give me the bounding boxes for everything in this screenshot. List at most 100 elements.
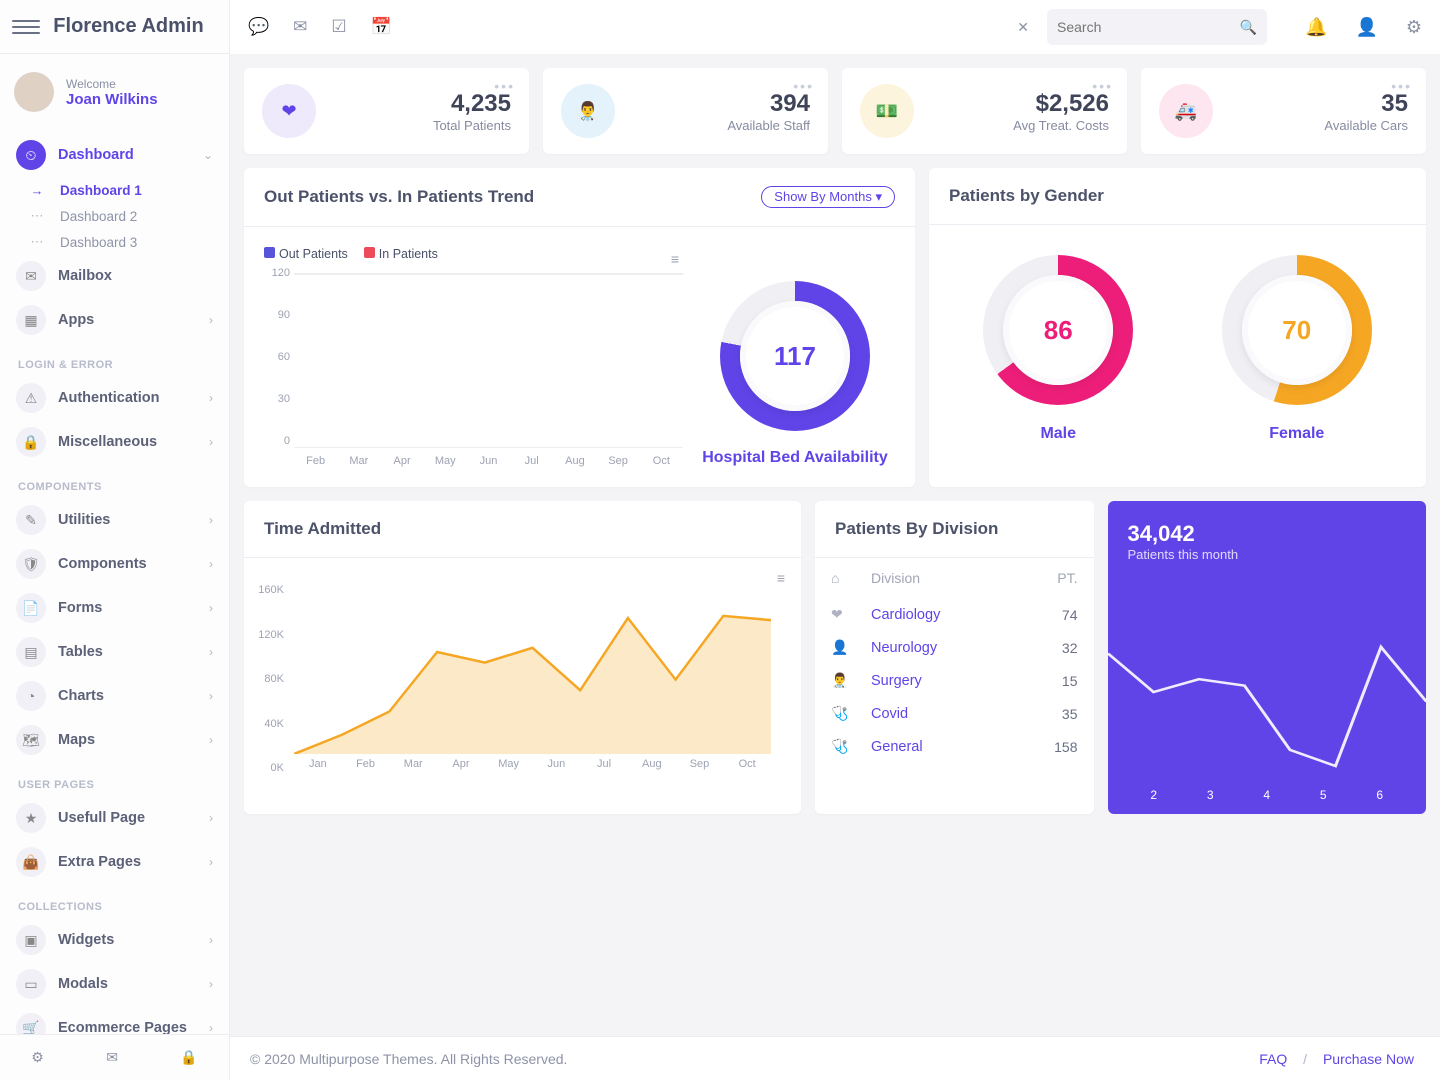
division-icon: ❤ (831, 606, 871, 623)
nav-extra-pages[interactable]: 👜Extra Pages› (8, 841, 221, 883)
nav-dashboard[interactable]: ⏲ Dashboard ⌄ (8, 134, 221, 176)
section-userpages: USER PAGES (8, 763, 221, 797)
table-row[interactable]: 🩺 Covid 35 (831, 697, 1078, 730)
nav-dashboard-3[interactable]: ⋯Dashboard 3 (8, 229, 221, 255)
chevron-down-icon: ⌄ (203, 148, 213, 162)
search-icon[interactable]: 🔍 (1240, 19, 1257, 36)
table-row[interactable]: ❤ Cardiology 74 (831, 598, 1078, 631)
calendar-icon[interactable]: 📅 (371, 17, 392, 37)
bed-gauge: 117 (720, 281, 870, 431)
chat-icon[interactable]: 💬 (248, 17, 269, 37)
division-rows[interactable]: ❤ Cardiology 74 👤 Neurology 32 👨‍⚕️ Surg… (831, 598, 1078, 768)
stat-total-patients: ••• ❤ 4,235Total Patients (244, 68, 529, 154)
doctor-icon: 👨‍⚕️ (561, 84, 615, 138)
gear-icon[interactable]: ⚙ (1406, 17, 1422, 38)
nav-utilities[interactable]: ✎Utilities› (8, 499, 221, 541)
trend-bar-chart: ≡ Out Patients In Patients 1209060300 Fe… (264, 247, 683, 467)
table-row[interactable]: 👨‍⚕️ Surgery 15 (831, 664, 1078, 697)
female-gauge: 70 (1222, 255, 1372, 405)
nav-charts[interactable]: ◔Charts› (8, 675, 221, 717)
month-value: 34,042 (1128, 521, 1407, 547)
search-field[interactable] (1057, 19, 1240, 35)
mail-icon: ✉ (16, 261, 46, 291)
lock-icon[interactable]: 🔒 (180, 1049, 197, 1066)
search-input[interactable]: 🔍 (1047, 9, 1267, 45)
nav-useful-page[interactable]: ★Usefull Page› (8, 797, 221, 839)
bag-icon: 👜 (16, 847, 46, 877)
shield-icon: 🛡 (16, 549, 46, 579)
section-components: COMPONENTS (8, 465, 221, 499)
chart-menu-icon[interactable]: ≡ (671, 251, 679, 267)
more-icon[interactable]: ••• (1391, 78, 1412, 94)
sidebar-footer: ⚙ ✉ 🔒 (0, 1034, 229, 1080)
lock-icon: 🔒 (16, 427, 46, 457)
purchase-link[interactable]: Purchase Now (1323, 1051, 1414, 1067)
month-xaxis: 23456 (1108, 788, 1427, 802)
copyright: © 2020 Multipurpose Themes. All Rights R… (250, 1051, 567, 1067)
mail-icon[interactable]: ✉ (293, 17, 307, 37)
stat-avg-cost: ••• 💵 $2,526Avg Treat. Costs (842, 68, 1127, 154)
widgets-icon: ▣ (16, 925, 46, 955)
time-title: Time Admitted (264, 519, 781, 539)
trend-range-dropdown[interactable]: Show By Months ▾ (761, 186, 895, 208)
nav-ecommerce[interactable]: 🛒Ecommerce Pages› (8, 1007, 221, 1034)
check-icon[interactable]: ☑ (331, 17, 346, 37)
heart-icon: ❤ (262, 84, 316, 138)
nav-dashboard-2[interactable]: ⋯Dashboard 2 (8, 203, 221, 229)
nav-modals[interactable]: ▭Modals› (8, 963, 221, 1005)
nav-authentication[interactable]: ⚠Authentication› (8, 377, 221, 419)
trend-panel: Out Patients vs. In Patients Trend Show … (244, 168, 915, 487)
table-row[interactable]: 🧬 Oncology 95 (831, 763, 1078, 768)
alert-icon: ⚠ (16, 383, 46, 413)
division-icon: 🩺 (831, 738, 871, 755)
time-area-chart: 160K120K80K40K0K JanFebMarAprMayJunJulAu… (294, 584, 771, 794)
faq-link[interactable]: FAQ (1259, 1051, 1287, 1067)
division-title: Patients By Division (835, 519, 1074, 539)
more-icon[interactable]: ••• (1092, 78, 1113, 94)
user-block[interactable]: Welcome Joan Wilkins (0, 54, 229, 130)
page-icon: ★ (16, 803, 46, 833)
cart-icon: 🛒 (16, 1013, 46, 1034)
nav-widgets[interactable]: ▣Widgets› (8, 919, 221, 961)
topbar: 💬 ✉ ☑ 📅 ✕ 🔍 🔔 👤 ⚙ (230, 0, 1440, 54)
avatar (14, 72, 54, 112)
time-admitted-panel: Time Admitted ≡ 160K120K80K40K0K JanFebM… (244, 501, 801, 814)
bell-icon[interactable]: 🔔 (1305, 17, 1327, 38)
chart-menu-icon[interactable]: ≡ (777, 570, 785, 586)
home-icon: ⌂ (831, 570, 871, 586)
bed-gauge-wrapper: 117 Hospital Bed Availability (695, 247, 895, 467)
hamburger-icon[interactable] (12, 13, 40, 41)
month-label: Patients this month (1128, 547, 1407, 562)
edit-icon: ✎ (16, 505, 46, 535)
gender-title: Patients by Gender (949, 186, 1406, 206)
female-label: Female (1269, 425, 1324, 443)
male-gauge: 86 (983, 255, 1133, 405)
nav-components[interactable]: 🛡Components› (8, 543, 221, 585)
stat-available-cars: ••• 🚑 35Available Cars (1141, 68, 1426, 154)
table-row[interactable]: 🩺 General 158 (831, 730, 1078, 763)
division-head: ⌂ Division PT. (831, 558, 1078, 598)
nav-apps[interactable]: ▦Apps› (8, 299, 221, 341)
grid-icon: ▤ (16, 637, 46, 667)
male-label: Male (1040, 425, 1076, 443)
file-icon: 📄 (16, 593, 46, 623)
nav-mailbox[interactable]: ✉Mailbox (8, 255, 221, 297)
more-icon[interactable]: ••• (793, 78, 814, 94)
stat-available-staff: ••• 👨‍⚕️ 394Available Staff (543, 68, 828, 154)
nav-tables[interactable]: ▤Tables› (8, 631, 221, 673)
apps-icon: ▦ (16, 305, 46, 335)
more-icon[interactable]: ••• (494, 78, 515, 94)
settings-icon[interactable]: ⚙ (31, 1049, 44, 1066)
table-row[interactable]: 👤 Neurology 32 (831, 631, 1078, 664)
nav-dashboard-1[interactable]: →Dashboard 1 (8, 178, 221, 203)
shuffle-icon[interactable]: ✕ (1017, 19, 1029, 36)
nav-miscellaneous[interactable]: 🔒Miscellaneous› (8, 421, 221, 463)
mail-icon[interactable]: ✉ (106, 1049, 118, 1066)
bed-title: Hospital Bed Availability (702, 449, 888, 467)
nav: ⏲ Dashboard ⌄ →Dashboard 1 ⋯Dashboard 2 … (0, 130, 229, 1034)
map-icon: 🗺 (16, 725, 46, 755)
nav-forms[interactable]: 📄Forms› (8, 587, 221, 629)
user-icon[interactable]: 👤 (1355, 17, 1377, 38)
section-collections: COLLECTIONS (8, 885, 221, 919)
nav-maps[interactable]: 🗺Maps› (8, 719, 221, 761)
